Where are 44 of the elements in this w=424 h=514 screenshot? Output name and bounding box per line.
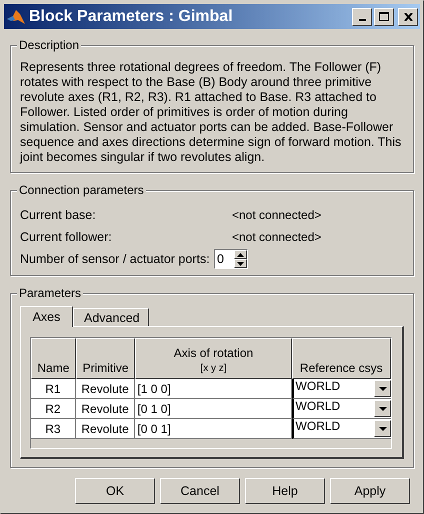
group-title: Description xyxy=(17,37,82,53)
table-cell: R3 xyxy=(31,419,76,439)
table-cell[interactable]: [0 0 1] xyxy=(135,419,292,439)
caret-icon xyxy=(378,386,386,390)
field-label: Current base: xyxy=(20,206,97,224)
close-button[interactable] xyxy=(398,8,418,26)
column-header: Reference csys xyxy=(292,338,391,379)
caret-icon xyxy=(378,426,386,430)
dialog-button[interactable]: OK xyxy=(75,478,155,504)
up-arrow-icon xyxy=(237,252,244,256)
spinner-field[interactable]: 0 xyxy=(214,249,248,269)
maximize-button[interactable] xyxy=(374,8,394,26)
table-cell[interactable]: [0 1 0] xyxy=(135,399,292,419)
column-header: Primitive xyxy=(76,338,136,379)
table-cell: Revolute xyxy=(76,399,136,419)
column-header: Name xyxy=(31,338,76,379)
minimize-button[interactable] xyxy=(352,8,372,26)
logo-icon xyxy=(6,8,26,26)
table-cell: R1 xyxy=(31,379,76,399)
dropdown[interactable]: WORLD xyxy=(292,399,391,419)
table-cell: Revolute xyxy=(76,379,136,399)
dropdown[interactable]: WORLD xyxy=(292,379,391,399)
dialog-button[interactable]: Apply xyxy=(330,478,410,504)
tab[interactable]: Axes xyxy=(20,306,73,327)
caret-icon xyxy=(378,406,386,410)
table-cell: R2 xyxy=(31,399,76,419)
minimize-icon xyxy=(358,18,366,20)
field-value: <not connected> xyxy=(232,207,322,224)
dialog-button[interactable]: Cancel xyxy=(160,478,240,504)
close-icon xyxy=(404,12,412,20)
column-header: Axis of rotation [x y z] xyxy=(135,338,292,379)
window-title: Block Parameters : Gimbal xyxy=(29,6,233,26)
tab[interactable]: Advanced xyxy=(73,308,149,326)
table-cell: Revolute xyxy=(76,419,136,439)
dropdown[interactable]: WORLD xyxy=(292,419,391,439)
dialog-button[interactable]: Help xyxy=(245,478,325,504)
field-label: Number of sensor / actuator ports: xyxy=(20,250,211,268)
table-cell[interactable]: [1 0 0] xyxy=(135,379,292,399)
group-title: Connection parameters xyxy=(17,182,146,198)
field-label: Current follower: xyxy=(20,228,113,246)
field-value: <not connected> xyxy=(232,229,322,246)
maximize-icon xyxy=(379,12,389,21)
down-arrow-icon xyxy=(237,262,244,266)
description-text: Represents three rotational degrees of freedom. The Follower (F) rotates with respect to the Base (B) Body around three primitive revolute axes (R1, R2, R3). R1 attached to Base. R3 attached to Follower. Listed order of primitives is order of motion during simulation. Sensor and actuator ports can be added. Base-Follower sequence and axes directions determine sign of forward motion. This joint becomes singular if two revolutes align. xyxy=(20,60,402,165)
